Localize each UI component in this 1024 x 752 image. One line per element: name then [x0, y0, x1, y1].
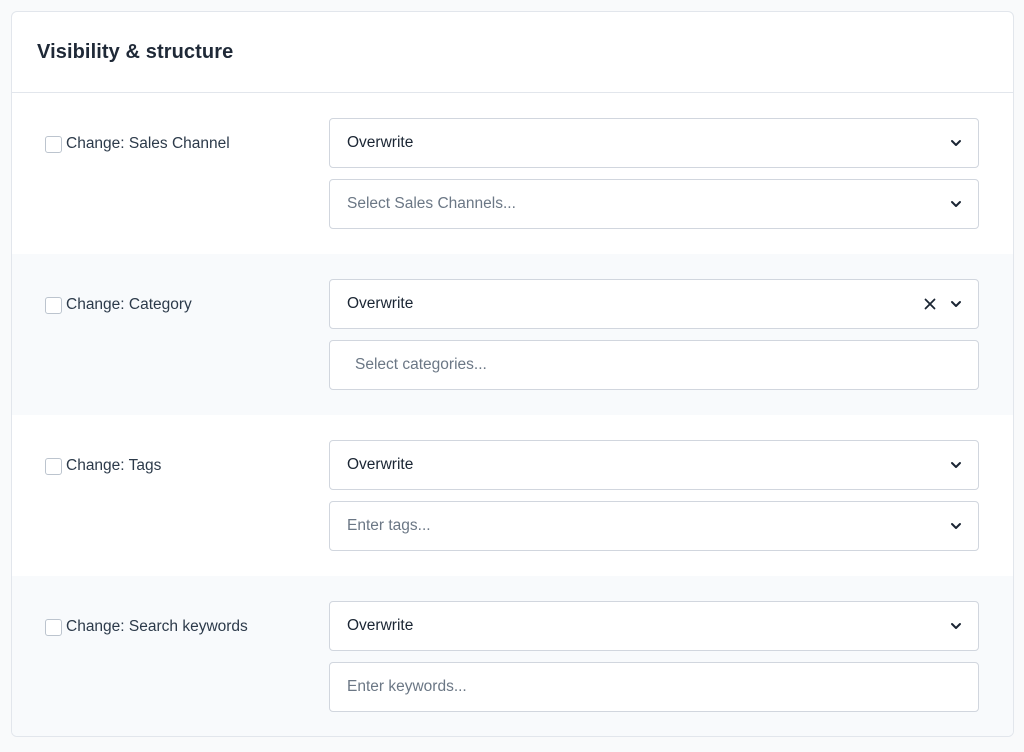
sales-channels-select[interactable]: Select Sales Channels... — [329, 179, 979, 229]
keywords-placeholder: Enter keywords... — [347, 678, 467, 695]
category-toggle[interactable]: Change: Category — [45, 296, 192, 314]
row-tags: Change: Tags Overwrite Enter tags... — [12, 415, 1013, 576]
tags-select[interactable]: Enter tags... — [329, 501, 979, 551]
sales-channel-mode-value: Overwrite — [347, 134, 414, 151]
chevron-down-icon — [951, 462, 961, 468]
categories-input[interactable]: Select categories... — [329, 340, 979, 390]
keywords-input[interactable]: Enter keywords... — [329, 662, 979, 712]
category-label: Change: Category — [66, 296, 192, 313]
chevron-down-icon — [951, 201, 961, 207]
tags-checkbox[interactable] — [45, 457, 62, 475]
sales-channel-mode-select[interactable]: Overwrite — [329, 118, 979, 168]
chevron-down-icon — [951, 523, 961, 529]
sales-channels-placeholder: Select Sales Channels... — [347, 195, 516, 212]
search-keywords-checkbox[interactable] — [45, 618, 62, 636]
category-mode-select[interactable]: Overwrite — [329, 279, 979, 329]
category-mode-value: Overwrite — [347, 295, 414, 312]
tags-mode-value: Overwrite — [347, 456, 414, 473]
card-header: Visibility & structure — [12, 12, 1013, 93]
close-icon[interactable] — [923, 297, 937, 311]
category-checkbox[interactable] — [45, 296, 62, 314]
sales-channel-toggle[interactable]: Change: Sales Channel — [45, 135, 230, 153]
search-keywords-toggle[interactable]: Change: Search keywords — [45, 618, 248, 636]
search-keywords-label: Change: Search keywords — [66, 618, 248, 635]
tags-toggle[interactable]: Change: Tags — [45, 457, 161, 475]
tags-placeholder: Enter tags... — [347, 517, 431, 534]
row-sales-channel: Change: Sales Channel Overwrite Select S… — [12, 93, 1013, 254]
search-keywords-mode-value: Overwrite — [347, 617, 414, 634]
sales-channel-checkbox[interactable] — [45, 135, 62, 153]
row-search-keywords: Change: Search keywords Overwrite Enter … — [12, 576, 1013, 736]
row-category: Change: Category Overwrite Select catego… — [12, 254, 1013, 415]
chevron-down-icon — [951, 623, 961, 629]
tags-label: Change: Tags — [66, 457, 162, 474]
search-keywords-mode-select[interactable]: Overwrite — [329, 601, 979, 651]
section-title: Visibility & structure — [37, 40, 234, 63]
visibility-structure-card: Visibility & structure Change: Sales Cha… — [11, 11, 1014, 737]
categories-placeholder: Select categories... — [355, 356, 487, 373]
chevron-down-icon — [951, 140, 961, 146]
chevron-down-icon — [951, 301, 961, 307]
sales-channel-label: Change: Sales Channel — [66, 135, 230, 152]
tags-mode-select[interactable]: Overwrite — [329, 440, 979, 490]
